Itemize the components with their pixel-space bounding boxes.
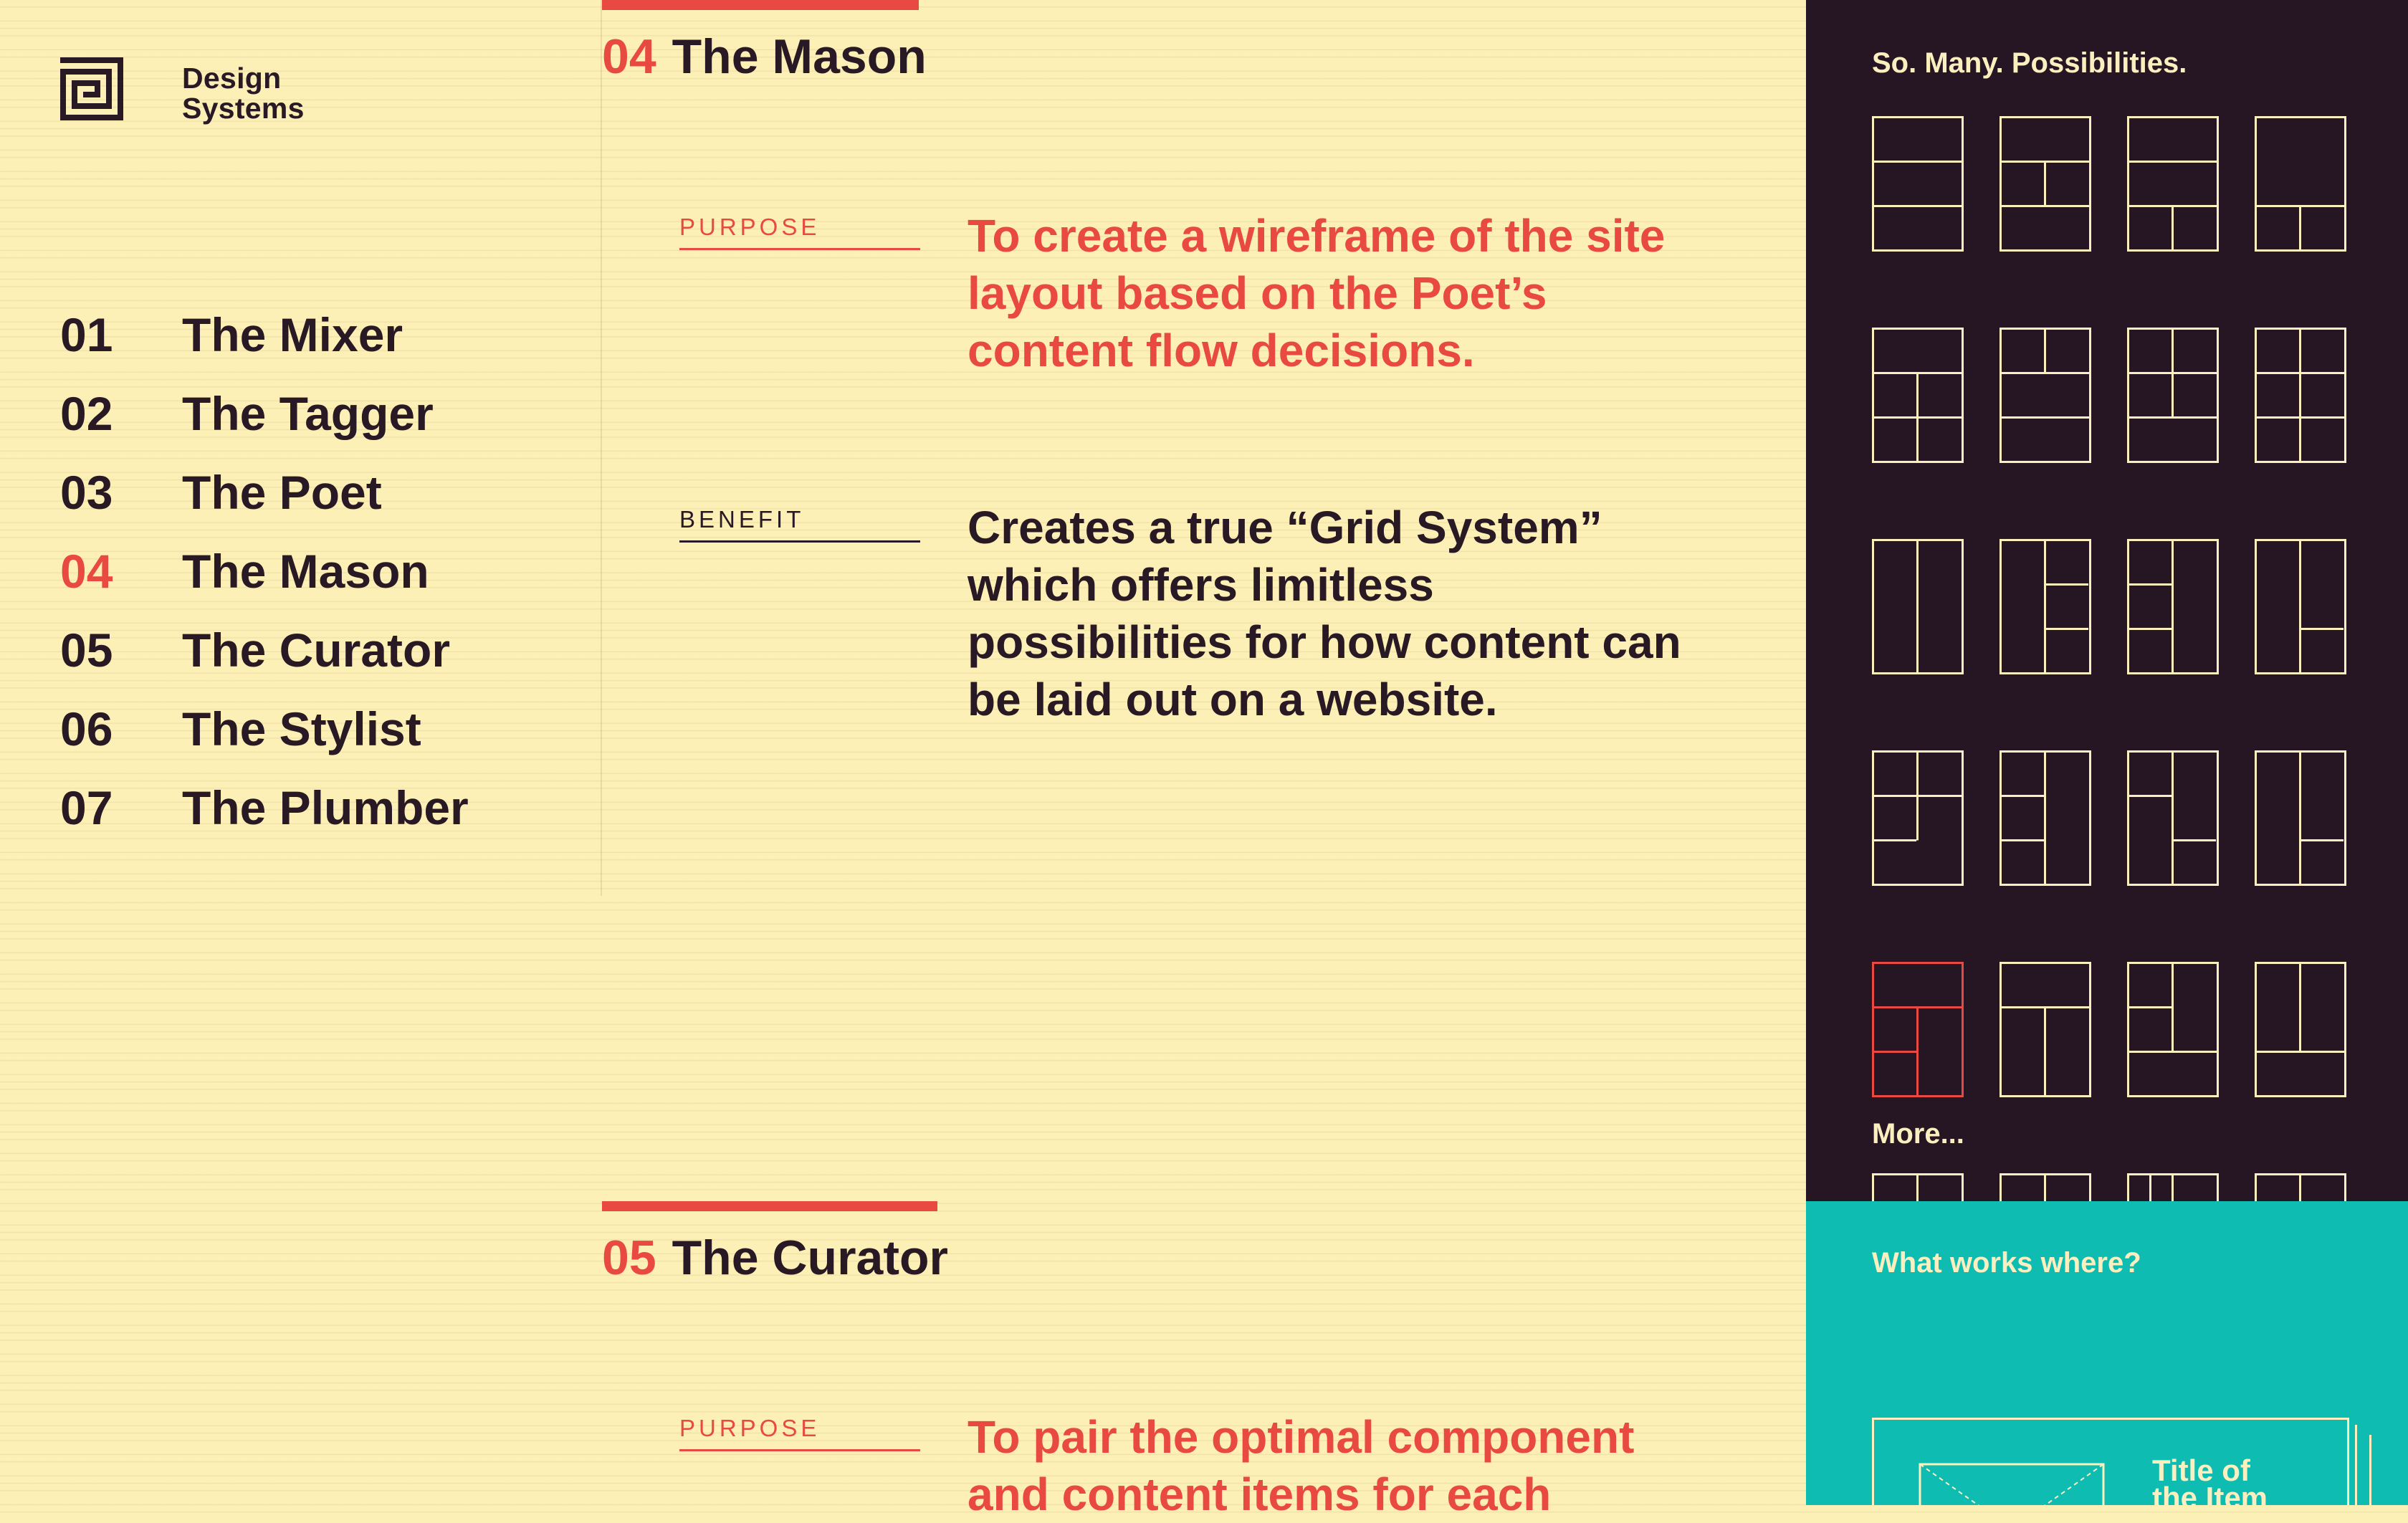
nav-item-number: 06 [60,702,113,755]
grid-layout-icon[interactable] [2000,116,2091,252]
what-works-heading: What works where? [1872,1247,2141,1279]
grid-layout-icon[interactable] [2127,328,2219,464]
nav-item-number: 03 [60,466,113,519]
grid-layout-icon[interactable] [2127,539,2219,675]
section-mason: 04 The Mason [602,0,927,85]
nav-item-number: 01 [60,308,113,361]
nav-item-number: 05 [60,624,113,677]
nav-item-label: The Poet [182,466,382,519]
nav-item-tagger[interactable]: 02 The Tagger [60,374,469,453]
grid-layout-icon[interactable] [2255,116,2346,252]
sidebar: Design Systems 01 The Mixer 02 The Tagge… [0,0,602,896]
grid-layout-icon[interactable] [1872,539,1964,675]
grid-layout-icon[interactable] [1872,328,1964,464]
nav-item-number: 04 [60,545,113,598]
card-stack-edge [2359,1435,2371,1505]
nav-item-mixer[interactable]: 01 The Mixer [60,295,469,374]
section-number: 05 [602,1231,656,1285]
nav-item-plumber[interactable]: 07 The Plumber [60,768,469,847]
nav-item-label: The Mixer [182,308,403,361]
nav-item-label: The Curator [182,624,451,677]
card-title: Title of the Item [2152,1453,2268,1506]
grid-layout-icon[interactable] [2255,539,2346,675]
section-accent-bar [602,0,919,10]
nav-item-poet[interactable]: 03 The Poet [60,453,469,532]
grid-layout-icon[interactable] [2127,750,2219,887]
purpose-label: PURPOSE [679,214,920,250]
grid-layout-icon[interactable] [1872,962,1964,1098]
section-title-text: The Curator [672,1231,948,1285]
section-title-text: The Mason [672,29,927,84]
what-works-panel: What works where? Title of the Item [1806,1201,2408,1505]
grid-layout-icon[interactable] [2000,328,2091,464]
purpose-text: To pair the optimal component and conten… [968,1411,1635,1520]
section-number: 04 [602,29,656,84]
section-accent-bar [602,1201,937,1211]
image-placeholder-icon [1919,1463,2105,1505]
purpose-text: To create a wireframe of the site layout… [968,210,1666,376]
brand-line-2: Systems [182,92,305,125]
grid-layout-icon[interactable] [1872,750,1964,887]
grid-layout-icon[interactable] [2000,539,2091,675]
more-link[interactable]: More... [1872,1118,1964,1150]
nav-item-stylist[interactable]: 06 The Stylist [60,689,469,768]
grid-layout-icon[interactable] [2255,328,2346,464]
possibilities-panel: So. Many. Possibilities. More... [1806,0,2408,1309]
brand-name[interactable]: Design Systems [182,63,305,123]
nav-item-number: 02 [60,387,113,440]
grid-layout-icon[interactable] [2127,962,2219,1098]
grid-layout-icon[interactable] [1872,116,1964,252]
content-card-preview[interactable]: Title of the Item [1872,1418,2349,1505]
chapter-nav: 01 The Mixer 02 The Tagger 03 The Poet 0… [60,295,469,847]
purpose-label: PURPOSE [679,1415,920,1451]
nav-item-label: The Stylist [182,702,421,755]
nav-item-curator[interactable]: 05 The Curator [60,611,469,689]
possibilities-heading: So. Many. Possibilities. [1872,47,2187,79]
grid-layout-icon[interactable] [2000,750,2091,887]
nav-item-label: The Tagger [182,387,434,440]
benefit-label: BENEFIT [679,506,920,543]
nav-item-label: The Mason [182,545,429,598]
nav-item-mason[interactable]: 04 The Mason [60,532,469,611]
nav-item-number: 07 [60,781,113,834]
brand-line-1: Design [182,62,282,95]
section-curator: 05 The Curator [602,1201,948,1286]
grid-layout-icon[interactable] [2255,750,2346,887]
section-title: 05 The Curator [602,1230,948,1286]
grid-layout-icon[interactable] [2127,116,2219,252]
section-title: 04 The Mason [602,29,927,85]
square-spiral-logo-icon[interactable] [60,57,123,120]
nav-item-label: The Plumber [182,781,469,834]
grid-layout-icon[interactable] [2000,962,2091,1098]
grid-layout-icon[interactable] [2255,962,2346,1098]
benefit-text: Creates a true “Grid System” which offer… [968,502,1681,725]
